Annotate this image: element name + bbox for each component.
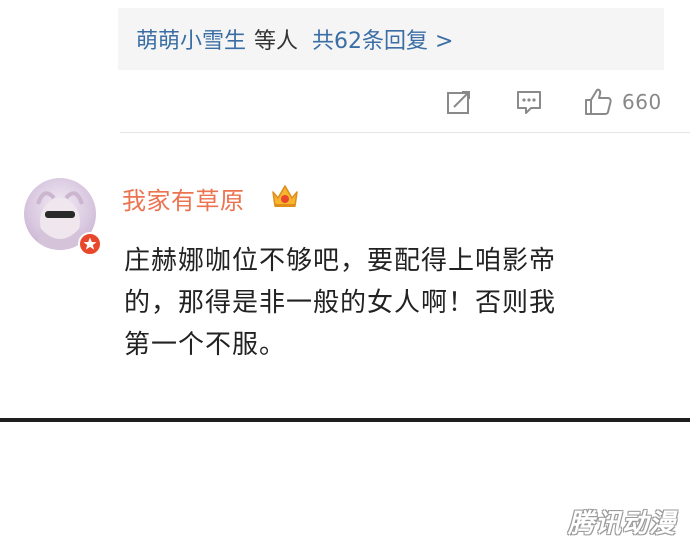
like-count: 660 — [622, 90, 662, 114]
comment-body: 庄赫娜咖位不够吧，要配得上咱影帝 的，那得是非一般的女人啊！否则我 第一个不服。 — [124, 240, 644, 366]
share-edit-icon — [447, 91, 470, 114]
reply-preview-box[interactable]: 萌萌小雪生 等人 共62条回复 > — [118, 8, 664, 70]
reply-users-link[interactable]: 萌萌小雪生 — [136, 23, 246, 55]
comment-button[interactable] — [514, 84, 544, 120]
avatar-container[interactable] — [24, 178, 102, 256]
watermark-logo: 腾讯动漫 — [567, 509, 676, 539]
comment-line: 第一个不服。 — [124, 330, 287, 360]
like-button[interactable]: 660 — [582, 84, 662, 120]
comment-username[interactable]: 我家有草原 — [122, 181, 245, 216]
reply-users-suffix: 等人 — [254, 29, 299, 54]
page-separator-rule — [0, 418, 690, 422]
post-action-bar: 660 — [430, 84, 670, 120]
view-all-replies-link[interactable]: 共62条回复 > — [312, 23, 453, 55]
section-divider — [120, 132, 690, 133]
comment-icon — [517, 91, 541, 114]
comment-line: 的，那得是非一般的女人啊！否则我 — [124, 288, 557, 318]
verified-badge-icon — [78, 232, 102, 256]
comment-line: 庄赫娜咖位不够吧，要配得上咱影帝 — [124, 246, 557, 276]
share-button[interactable] — [444, 84, 474, 120]
crown-badge-icon — [272, 185, 298, 207]
thumbs-up-icon — [585, 88, 612, 115]
